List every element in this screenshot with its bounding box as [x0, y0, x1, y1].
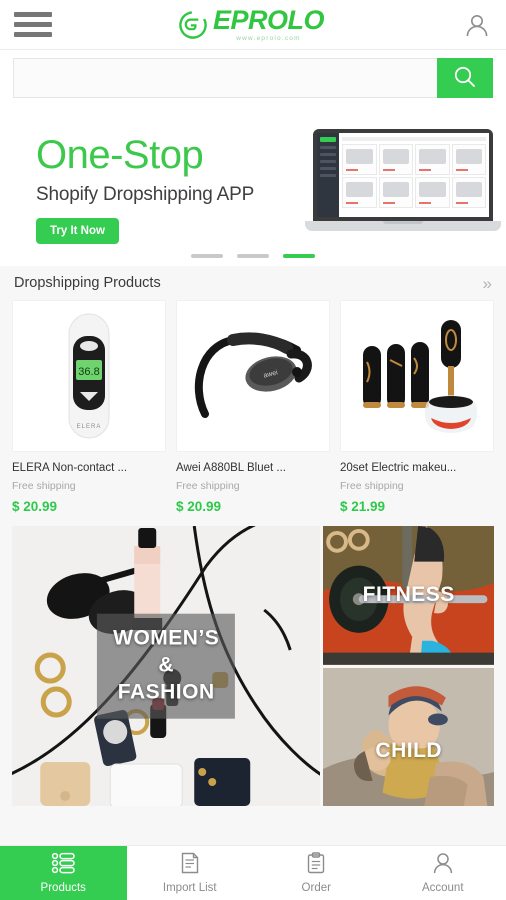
product-image-earphones: awei [176, 300, 330, 452]
tab-label-import-list: Import List [162, 882, 217, 894]
carousel-dot[interactable] [237, 254, 269, 258]
tab-order[interactable]: Order [253, 846, 380, 900]
product-title: 20set Electric makeu... [340, 462, 457, 474]
product-price: $ 20.99 [176, 499, 222, 514]
product-image-thermometer: 36.8 ELERA [12, 300, 166, 452]
hamburger-bar [14, 22, 52, 27]
double-chevron-right-icon[interactable]: » [483, 275, 492, 292]
svg-text:36.8: 36.8 [78, 366, 99, 378]
product-image-makeup-brush-set [340, 300, 494, 452]
hamburger-menu-icon[interactable] [14, 11, 52, 39]
tab-import-list[interactable]: Import List [127, 846, 254, 900]
banner-copy: One-Stop Shopify Dropshipping APP Try It… [36, 134, 254, 244]
category-label-fitness: FITNESS [362, 583, 455, 607]
clipboard-icon [305, 852, 327, 879]
tab-products[interactable]: Products [0, 846, 127, 900]
search-bar [0, 50, 506, 106]
tab-label-products: Products [40, 882, 86, 894]
product-shipping: Free shipping [340, 480, 404, 492]
carousel-dot-active[interactable] [283, 254, 315, 258]
logo-subtitle: www.eprolo.com [236, 35, 301, 42]
banner-subheadline: Shopify Dropshipping APP [36, 184, 255, 205]
product-list-icon [51, 852, 75, 879]
product-shipping: Free shipping [176, 480, 240, 492]
user-account-icon[interactable] [462, 10, 492, 40]
svg-text:ELERA: ELERA [77, 424, 102, 430]
search-input[interactable] [13, 58, 437, 98]
product-price: $ 21.99 [340, 499, 386, 514]
section-title: Dropshipping Products [14, 275, 161, 291]
document-icon [179, 852, 201, 879]
banner-headline: One-Stop [36, 133, 204, 177]
product-card[interactable]: awei Awei A880BL Bluet ... Free shipping… [176, 300, 330, 514]
hamburger-bar [14, 32, 52, 37]
logo-wordmark: EPROLO [212, 5, 325, 35]
mock-sidebar [317, 133, 339, 217]
product-list: 36.8 ELERA ELERA Non-contact ... Free sh… [0, 300, 506, 514]
mobile-app-screen: EPROLO www.eprolo.com One-Stop Shopify D… [0, 0, 506, 900]
product-shipping: Free shipping [12, 480, 76, 492]
product-title: Awei A880BL Bluet ... [176, 462, 286, 474]
logo-text-block: EPROLO www.eprolo.com [212, 5, 325, 43]
category-tile-womens-fashion[interactable]: WOMEN’S & FASHION [12, 526, 321, 806]
app-logo[interactable]: EPROLO www.eprolo.com [178, 5, 325, 43]
category-label-child: CHILD [375, 738, 443, 762]
laptop-screen [313, 129, 493, 221]
mock-content [339, 133, 489, 217]
category-tiles-right-column: FITNESS CHILD [323, 526, 494, 806]
category-label-womens-fashion: WOMEN’S & FASHION [97, 613, 236, 719]
category-tile-fitness[interactable]: FITNESS [323, 526, 494, 665]
bottom-tab-bar: Products Import List Order Account [0, 845, 506, 900]
product-card[interactable]: 36.8 ELERA ELERA Non-contact ... Free sh… [12, 300, 166, 514]
carousel-dot[interactable] [191, 254, 223, 258]
laptop-dashboard-image [305, 129, 501, 231]
category-tile-child[interactable]: CHILD [323, 667, 494, 806]
eprolo-circle-e-icon [178, 10, 208, 40]
tab-label-account: Account [421, 882, 464, 894]
search-button[interactable] [437, 58, 493, 98]
try-it-now-button[interactable]: Try It Now [36, 218, 119, 244]
hamburger-bar [14, 12, 52, 17]
tab-account[interactable]: Account [380, 846, 506, 900]
tab-label-order: Order [301, 882, 331, 894]
child-parent-image [323, 667, 494, 806]
section-header-dropshipping-products: Dropshipping Products » [0, 266, 506, 300]
carousel-dots [0, 254, 506, 258]
search-icon [452, 64, 478, 93]
person-icon [431, 852, 455, 879]
promo-banner-carousel[interactable]: One-Stop Shopify Dropshipping APP Try It… [0, 106, 506, 266]
laptop-base [305, 221, 501, 231]
category-tiles: WOMEN’S & FASHION FITNESS CHILD [0, 514, 506, 806]
product-price: $ 20.99 [12, 499, 58, 514]
app-header: EPROLO www.eprolo.com [0, 0, 506, 50]
product-card[interactable]: 20set Electric makeu... Free shipping $ … [340, 300, 494, 514]
product-title: ELERA Non-contact ... [12, 462, 128, 474]
